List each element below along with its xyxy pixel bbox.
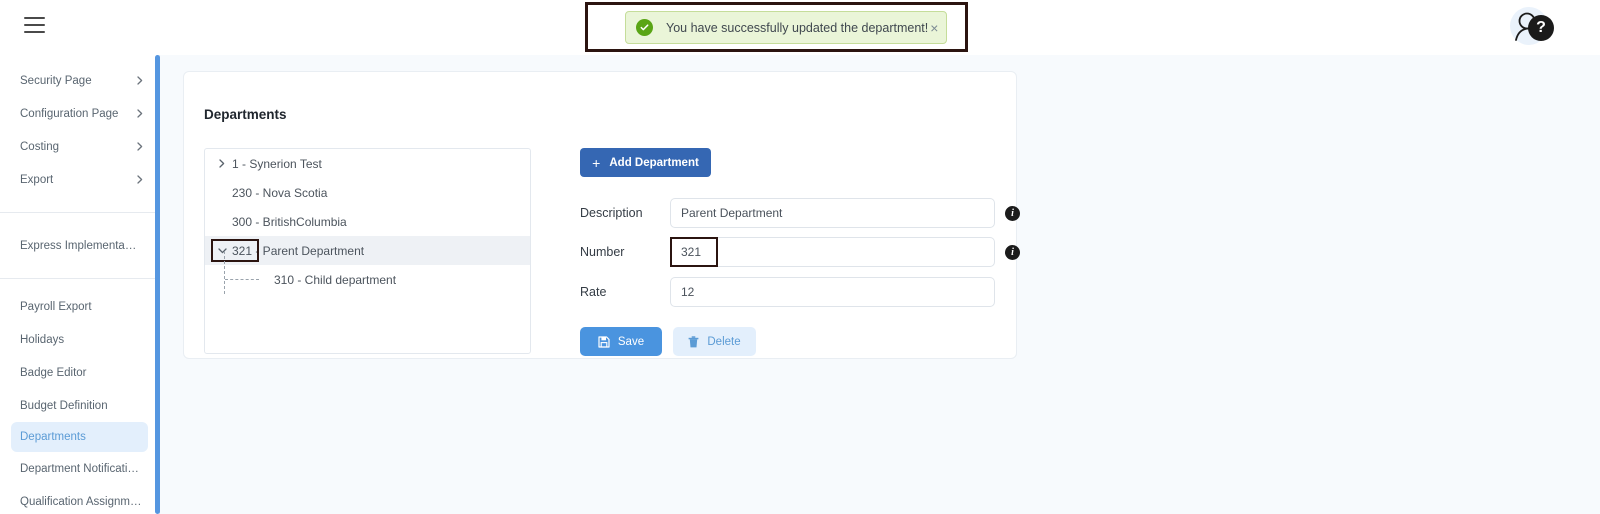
chevron-right-icon xyxy=(135,142,145,152)
sidebar-item-label: Badge Editor xyxy=(20,366,87,379)
sidebar-group-expandable: Security Page Configuration Page Costing… xyxy=(0,55,159,196)
sidebar-group-pages: Payroll Export Holidays Badge Editor Bud… xyxy=(0,279,159,514)
add-department-label: Add Department xyxy=(609,156,699,169)
chevron-right-icon[interactable] xyxy=(215,159,229,168)
sidebar-item-departments[interactable]: Departments xyxy=(11,422,148,452)
sidebar-item-label: Export xyxy=(20,173,54,186)
description-row: Description i xyxy=(580,198,1020,228)
sidebar-item-export[interactable]: Export xyxy=(0,163,159,196)
sidebar-item-department-notifications[interactable]: Department Notifications xyxy=(0,452,159,485)
sidebar-item-configuration-page[interactable]: Configuration Page xyxy=(0,97,159,130)
tree-connector-horizontal xyxy=(225,279,259,280)
tree-row-label: 230 - Nova Scotia xyxy=(232,185,328,200)
sidebar-item-payroll-export[interactable]: Payroll Export xyxy=(0,290,159,323)
hamburger-bar xyxy=(24,24,45,26)
sidebar-item-label: Budget Definition xyxy=(20,399,108,412)
rate-label: Rate xyxy=(580,285,607,299)
number-label: Number xyxy=(580,245,625,259)
delete-label: Delete xyxy=(707,335,741,348)
delete-button[interactable]: Delete xyxy=(673,327,756,356)
sidebar-item-budget-definition[interactable]: Budget Definition xyxy=(0,389,159,422)
sidebar-item-label: Security Page xyxy=(20,74,92,87)
sidebar-item-qualification-assignments[interactable]: Qualification Assignments xyxy=(0,485,159,514)
tree-row-label: 300 - BritishColumbia xyxy=(232,214,347,229)
main-content: Departments 1 - Synerion Test 230 - Nova… xyxy=(160,55,1600,514)
page-title: Departments xyxy=(204,107,287,122)
tree-row[interactable]: 1 - Synerion Test xyxy=(205,149,530,178)
add-department-button[interactable]: + Add Department xyxy=(580,148,711,177)
sidebar-item-label: Departments xyxy=(20,431,86,443)
close-icon[interactable]: × xyxy=(928,21,940,35)
chevron-down-icon[interactable] xyxy=(215,247,229,254)
number-input[interactable] xyxy=(670,237,995,267)
plus-icon: + xyxy=(592,154,601,171)
check-circle-icon xyxy=(636,19,653,36)
info-icon[interactable]: i xyxy=(1005,205,1020,221)
sidebar-item-label: Costing xyxy=(20,140,59,153)
chevron-right-icon xyxy=(135,76,145,86)
sidebar-item-label: Qualification Assignments xyxy=(20,495,145,508)
sidebar-group-express: Express Implementation P... xyxy=(0,213,159,262)
tree-row-child[interactable]: 310 - Child department xyxy=(205,251,530,294)
avatar[interactable]: ? xyxy=(1510,7,1554,49)
save-label: Save xyxy=(617,335,645,348)
trash-icon xyxy=(688,335,699,347)
sidebar-item-express-implementation[interactable]: Express Implementation P... xyxy=(0,229,159,262)
sidebar-item-badge-editor[interactable]: Badge Editor xyxy=(0,356,159,389)
description-label: Description xyxy=(580,206,643,220)
sidebar-item-label: Express Implementation P... xyxy=(20,239,138,252)
tree-row[interactable]: 300 - BritishColumbia xyxy=(205,207,530,236)
info-icon[interactable]: i xyxy=(1005,244,1020,260)
tree-connector-icon xyxy=(219,251,271,294)
tree-row-label: 321 - Parent Department xyxy=(232,243,365,258)
rate-row: Rate xyxy=(580,277,995,307)
hamburger-bar xyxy=(24,17,45,19)
save-button[interactable]: Save xyxy=(580,327,662,356)
toast-message: You have successfully updated the depart… xyxy=(666,20,929,35)
sidebar-item-label: Department Notifications xyxy=(20,462,145,475)
sidebar-item-label: Configuration Page xyxy=(20,107,119,120)
rate-input[interactable] xyxy=(670,277,995,307)
sidebar-item-costing[interactable]: Costing xyxy=(0,130,159,163)
chevron-right-icon xyxy=(135,109,145,119)
description-input[interactable] xyxy=(670,198,995,228)
tree-connector-vertical xyxy=(224,251,225,294)
sidebar-item-label: Holidays xyxy=(20,333,65,346)
tree-row[interactable]: 230 - Nova Scotia xyxy=(205,178,530,207)
sidebar: Security Page Configuration Page Costing… xyxy=(0,55,160,514)
success-toast: You have successfully updated the depart… xyxy=(625,11,947,44)
form-actions: Save Delete xyxy=(580,327,756,356)
sidebar-item-security-page[interactable]: Security Page xyxy=(0,64,159,97)
tree-row-label: 1 - Synerion Test xyxy=(232,156,322,171)
hamburger-icon[interactable] xyxy=(24,17,45,33)
chevron-right-icon xyxy=(135,175,145,185)
save-floppy-icon xyxy=(598,335,610,348)
department-tree: 1 - Synerion Test 230 - Nova Scotia 300 … xyxy=(204,148,531,354)
number-row: Number i xyxy=(580,237,1020,267)
highlight-toast-annotation: You have successfully updated the depart… xyxy=(585,2,968,52)
tree-row-selected[interactable]: 321 - Parent Department xyxy=(205,236,530,265)
tree-row-label: 310 - Child department xyxy=(274,272,397,287)
departments-card: Departments 1 - Synerion Test 230 - Nova… xyxy=(183,71,1020,359)
help-badge-icon[interactable]: ? xyxy=(1528,15,1554,41)
sidebar-item-holidays[interactable]: Holidays xyxy=(0,323,159,356)
sidebar-item-label: Payroll Export xyxy=(20,300,92,313)
hamburger-bar xyxy=(24,31,45,33)
